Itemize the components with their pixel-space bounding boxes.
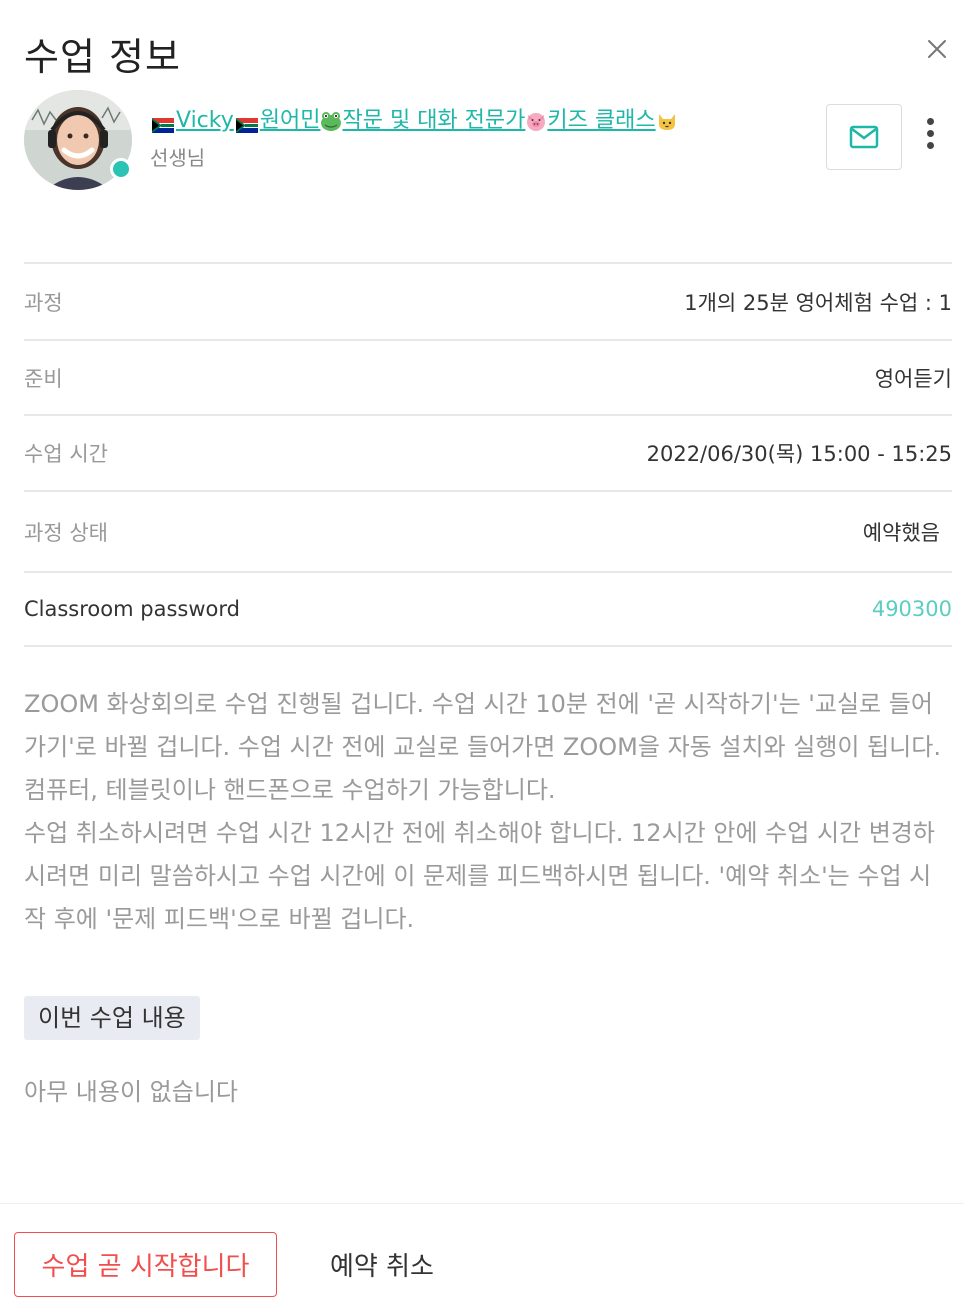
teacher-card: Vicky 원어민 작문 및 대화 전문가 키즈 클래스 선생님 [24,90,952,200]
info-value: 1개의 25분 영어체험 수업 : 1 [684,290,952,315]
teacher-name-part: 작문 및 대화 전문가 [342,108,526,133]
cancel-reservation-button[interactable]: 예약 취소 [300,1232,464,1297]
lesson-content-heading: 이번 수업 내용 [24,996,200,1040]
teacher-name-link[interactable]: Vicky 원어민 작문 및 대화 전문가 키즈 클래스 [150,102,678,134]
message-button[interactable] [826,104,902,170]
info-label: 준비 [24,366,63,391]
lesson-content-empty: 아무 내용이 없습니다 [24,1078,238,1106]
description-paragraph: 수업 취소하시려면 수업 시간 12시간 전에 취소해야 합니다. 12시간 안… [24,819,935,933]
lesson-info-modal: 수업 정보 Vicky 원어민 작문 및 대화 전문가 키즈 클래스 선생님 과… [0,0,964,1310]
info-label: Classroom password [24,597,240,621]
footer-divider [0,1203,964,1204]
info-label: 과정 상태 [24,520,108,545]
south-africa-flag-icon [235,114,258,133]
description-paragraph: ZOOM 화상회의로 수업 진행될 겁니다. 수업 시간 10분 전에 '곧 시… [24,690,941,804]
south-africa-flag-icon [152,114,174,133]
info-row-lesson-time: 수업 시간 2022/06/30(목) 15:00 - 15:25 [24,414,952,490]
info-value: 2022/06/30(목) 15:00 - 15:25 [646,442,952,466]
teacher-role: 선생님 [150,146,206,170]
info-value: 영어듣기 [874,366,952,391]
teacher-name-part: 원어민 [259,108,321,133]
close-icon[interactable] [922,34,952,64]
envelope-icon [849,125,879,149]
info-row-preparation: 준비 영어듣기 [24,339,952,414]
modal-title: 수업 정보 [24,35,181,79]
frog-emoji-icon [320,110,342,132]
cat-emoji-icon [656,110,678,132]
teacher-name-part: Vicky [176,108,234,133]
more-options-icon[interactable] [920,118,940,154]
start-lesson-button[interactable]: 수업 곧 시작합니다 [14,1232,277,1297]
info-label: 수업 시간 [24,442,108,466]
status-badge: 예약했음 [862,520,940,545]
pig-emoji-icon [525,110,547,132]
avatar[interactable] [24,90,132,190]
classroom-password-value[interactable]: 490300 [872,597,952,621]
online-status-dot [110,158,132,180]
teacher-name-part: 키즈 클래스 [547,108,656,133]
info-row-course: 과정 1개의 25분 영어체험 수업 : 1 [24,262,952,339]
info-row-course-status: 과정 상태 예약했음 [24,490,952,571]
info-label: 과정 [24,290,63,315]
lesson-description: ZOOM 화상회의로 수업 진행될 겁니다. 수업 시간 10분 전에 '곧 시… [24,683,952,941]
lesson-info-table: 과정 1개의 25분 영어체험 수업 : 1 준비 영어듣기 수업 시간 202… [24,262,952,647]
info-row-classroom-password: Classroom password 490300 [24,571,952,647]
